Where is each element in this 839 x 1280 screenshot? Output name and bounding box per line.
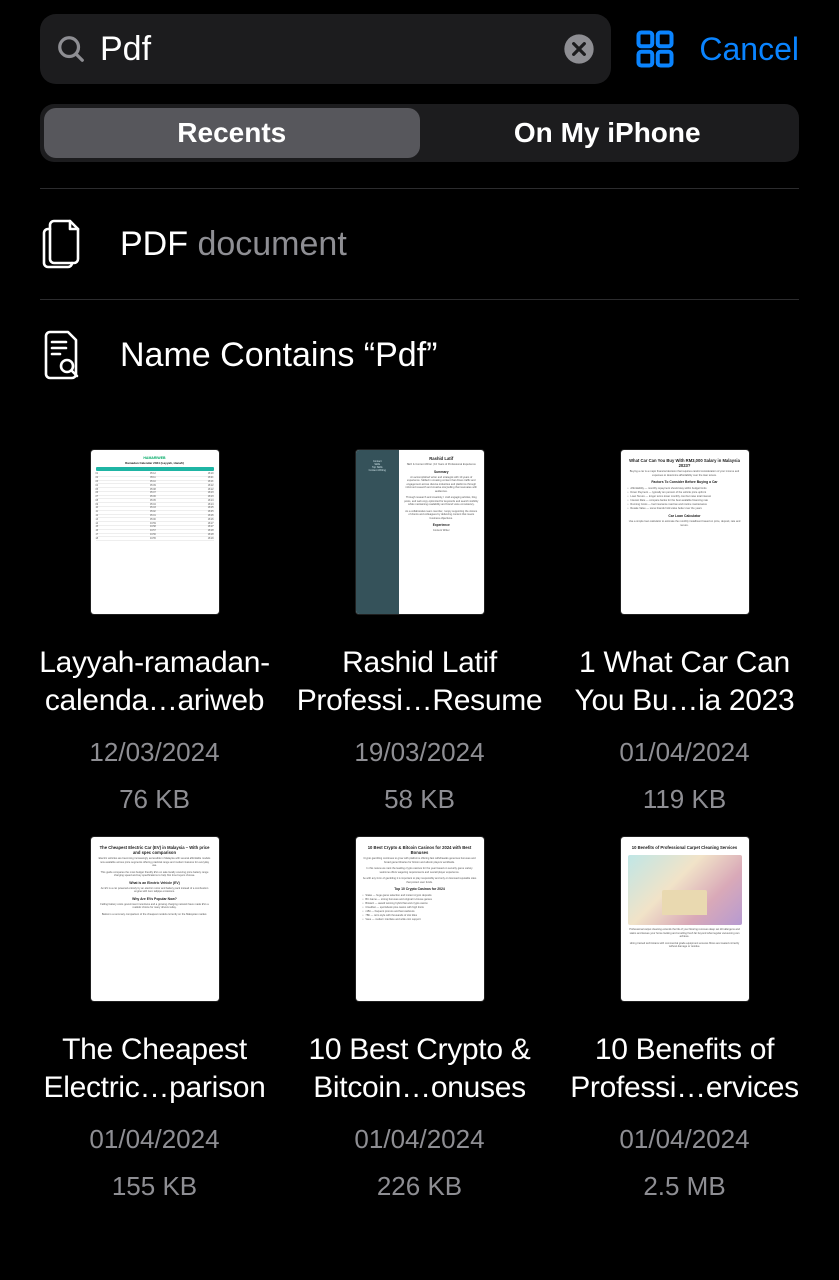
file-item[interactable]: 10 Benefits of Professional Carpet Clean…	[560, 837, 809, 1202]
file-size: 226 KB	[377, 1171, 462, 1202]
search-icon	[56, 34, 86, 64]
file-date: 19/03/2024	[354, 737, 484, 768]
find-in-document-icon	[40, 330, 82, 380]
file-name: The Cheapest Electric…parison	[30, 1031, 279, 1106]
file-thumbnail: ContactSkillsTop SkillsContent Writing R…	[356, 450, 484, 614]
file-name: 10 Best Crypto & Bitcoin…onuses	[295, 1031, 544, 1106]
file-name: 10 Benefits of Professi…ervices	[560, 1031, 809, 1106]
file-size: 58 KB	[384, 784, 455, 815]
file-thumbnail: 10 Best Crypto & Bitcoin Casinos for 202…	[356, 837, 484, 1001]
file-name: 1 What Car Can You Bu…ia 2023	[560, 644, 809, 719]
file-item[interactable]: What Car Can You Buy With RM3,000 Salary…	[560, 450, 809, 815]
file-date: 01/04/2024	[619, 737, 749, 768]
scope-segmented-control: Recents On My iPhone	[40, 104, 799, 162]
file-item[interactable]: ContactSkillsTop SkillsContent Writing R…	[295, 450, 544, 815]
segment-recents[interactable]: Recents	[44, 108, 420, 158]
file-item[interactable]: 10 Best Crypto & Bitcoin Casinos for 202…	[295, 837, 544, 1202]
search-bar[interactable]	[40, 14, 611, 84]
segment-on-my-iphone[interactable]: On My iPhone	[420, 108, 796, 158]
file-size: 119 KB	[643, 784, 726, 815]
file-size: 76 KB	[119, 784, 190, 815]
view-grid-icon[interactable]	[633, 27, 677, 71]
cancel-button[interactable]: Cancel	[699, 31, 799, 68]
file-thumbnail: 10 Benefits of Professional Carpet Clean…	[621, 837, 749, 1001]
clear-search-icon[interactable]	[563, 33, 595, 65]
document-stack-icon	[40, 219, 82, 269]
suggestion-label: PDF document	[120, 225, 347, 264]
file-date: 01/04/2024	[619, 1124, 749, 1155]
file-size: 155 KB	[112, 1171, 197, 1202]
file-date: 01/04/2024	[89, 1124, 219, 1155]
suggestion-pdf-kind[interactable]: PDF document	[40, 188, 799, 300]
file-date: 12/03/2024	[89, 737, 219, 768]
file-thumbnail: What Car Can You Buy With RM3,000 Salary…	[621, 450, 749, 614]
file-date: 01/04/2024	[354, 1124, 484, 1155]
search-input[interactable]	[100, 30, 549, 69]
file-thumbnail: The Cheapest Electric Car (EV) in Malays…	[91, 837, 219, 1001]
file-name: Rashid Latif Professi…Resume	[295, 644, 544, 719]
file-item[interactable]: The Cheapest Electric Car (EV) in Malays…	[30, 837, 279, 1202]
file-thumbnail: HAMARIWEB Ramadan Calendar 2024 (Layyah,…	[91, 450, 219, 614]
file-item[interactable]: HAMARIWEB Ramadan Calendar 2024 (Layyah,…	[30, 450, 279, 815]
file-name: Layyah-ramadan-calenda…ariweb	[30, 644, 279, 719]
suggestion-label: Name Contains “Pdf”	[120, 336, 437, 375]
suggestion-name-contains[interactable]: Name Contains “Pdf”	[40, 300, 799, 410]
results-grid: HAMARIWEB Ramadan Calendar 2024 (Layyah,…	[0, 410, 839, 1202]
file-size: 2.5 MB	[643, 1171, 725, 1202]
